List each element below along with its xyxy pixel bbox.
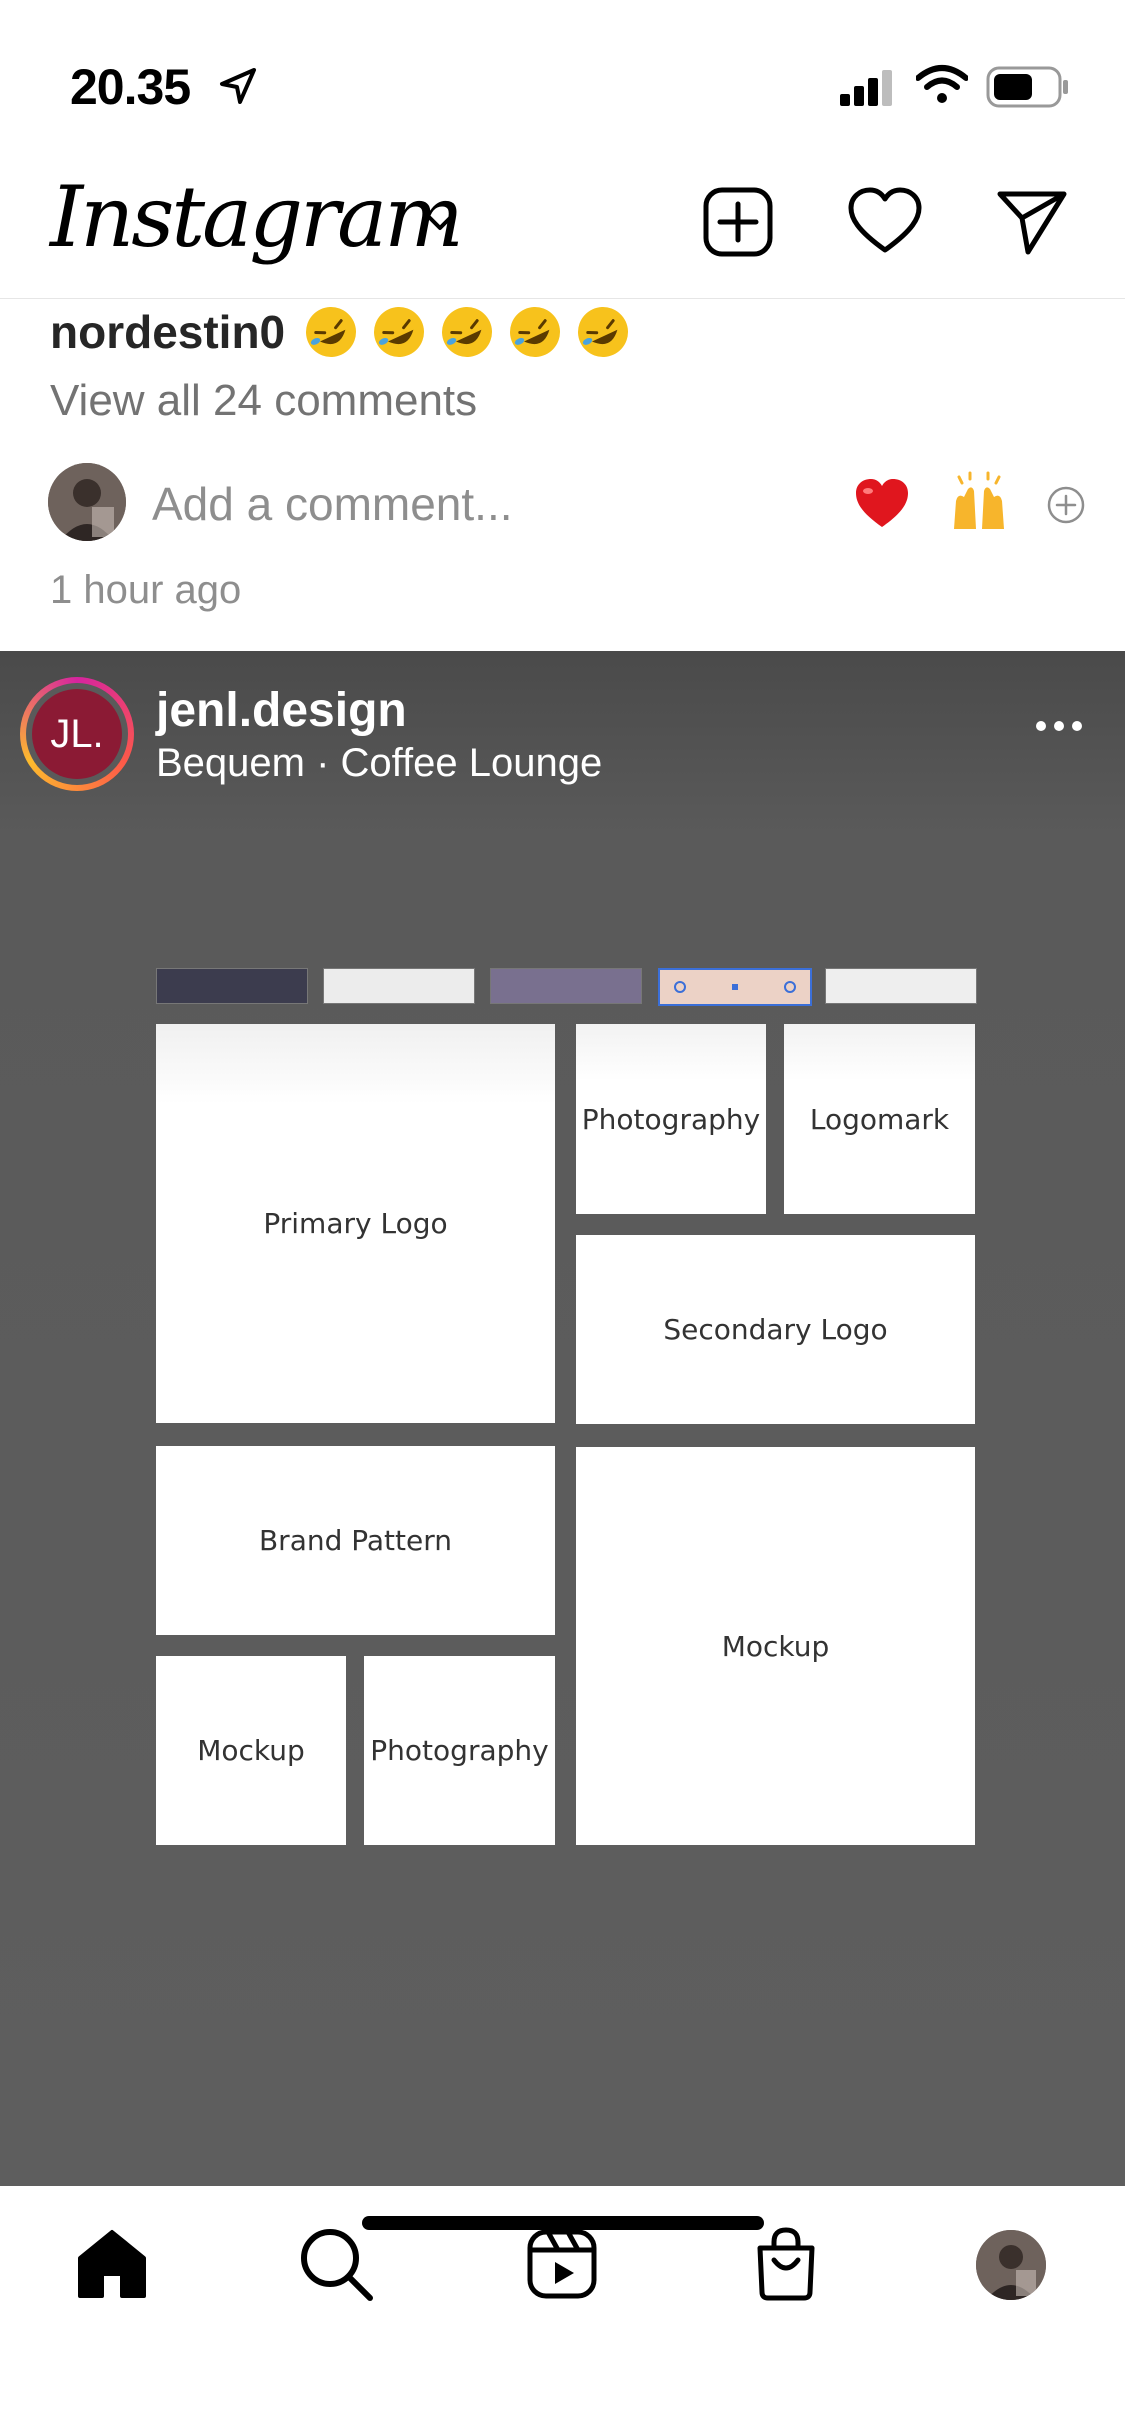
add-comment-row bbox=[48, 463, 1088, 543]
user-avatar bbox=[48, 463, 126, 541]
previous-post-footer: nordestin0 View all 24 comments Add a co… bbox=[0, 298, 1125, 650]
new-post-icon[interactable] bbox=[698, 182, 778, 262]
cellular-signal-icon bbox=[838, 70, 898, 113]
caption-emojis bbox=[301, 302, 633, 362]
tile-primary-logo: Primary Logo bbox=[156, 1024, 555, 1423]
tile-photography: Photography bbox=[364, 1656, 555, 1845]
battery-icon bbox=[986, 66, 1070, 113]
post-header: JL. jenl.design Bequem · Coffee Lounge bbox=[0, 651, 1125, 801]
color-swatch-selected bbox=[658, 968, 812, 1006]
color-swatch bbox=[156, 968, 308, 1004]
raising-hands-emoji-icon[interactable] bbox=[948, 471, 1010, 538]
tile-mockup-small: Mockup bbox=[156, 1656, 346, 1845]
post-avatar: JL. bbox=[32, 689, 122, 779]
add-comment-input[interactable] bbox=[152, 477, 752, 531]
shop-icon[interactable] bbox=[746, 2224, 826, 2304]
rolling-laughing-emoji-icon bbox=[510, 307, 561, 357]
heart-icon[interactable] bbox=[845, 182, 925, 262]
wifi-icon bbox=[915, 64, 969, 109]
rolling-laughing-emoji-icon bbox=[578, 307, 629, 357]
color-swatch bbox=[825, 968, 977, 1004]
color-swatch bbox=[490, 968, 642, 1004]
instagram-feed-screen: 20.35 Instagram nordestin0 View all 24 c… bbox=[0, 0, 1125, 2436]
status-time: 20.35 bbox=[70, 59, 191, 115]
direct-message-icon[interactable] bbox=[992, 182, 1072, 262]
post-timestamp: 1 hour ago bbox=[50, 568, 242, 612]
red-heart-emoji-icon[interactable] bbox=[854, 477, 910, 534]
home-icon[interactable] bbox=[72, 2224, 152, 2304]
app-header: Instagram bbox=[0, 150, 1125, 299]
post-username[interactable]: jenl.design bbox=[156, 683, 407, 738]
color-swatch bbox=[323, 968, 475, 1004]
view-all-comments-link[interactable]: View all 24 comments bbox=[50, 376, 477, 426]
tile-logomark: Logomark bbox=[784, 1024, 975, 1214]
caption-username[interactable]: nordestin0 bbox=[50, 305, 285, 359]
post-location[interactable]: Bequem · Coffee Lounge bbox=[156, 741, 602, 786]
rolling-laughing-emoji-icon bbox=[306, 307, 357, 357]
search-icon[interactable] bbox=[296, 2224, 376, 2304]
home-indicator bbox=[362, 2216, 764, 2230]
chevron-down-icon[interactable] bbox=[420, 202, 460, 247]
instagram-logo[interactable]: Instagram bbox=[50, 168, 464, 266]
tile-secondary-logo: Secondary Logo bbox=[576, 1235, 975, 1424]
rolling-laughing-emoji-icon bbox=[374, 307, 425, 357]
tile-brand-pattern: Brand Pattern bbox=[156, 1446, 555, 1635]
feed-post: JL. jenl.design Bequem · Coffee Lounge P… bbox=[0, 651, 1125, 2186]
tile-mockup-large: Mockup bbox=[576, 1447, 975, 1845]
add-emoji-icon[interactable] bbox=[1046, 485, 1086, 530]
rolling-laughing-emoji-icon bbox=[442, 307, 493, 357]
status-bar: 20.35 bbox=[0, 0, 1125, 150]
location-arrow-icon bbox=[218, 66, 258, 111]
more-options-icon[interactable] bbox=[1034, 719, 1084, 738]
story-ring[interactable]: JL. bbox=[20, 677, 134, 791]
profile-avatar[interactable] bbox=[976, 2230, 1046, 2300]
tile-photography: Photography bbox=[576, 1024, 766, 1214]
reels-icon[interactable] bbox=[522, 2224, 602, 2304]
caption: nordestin0 bbox=[50, 302, 633, 362]
